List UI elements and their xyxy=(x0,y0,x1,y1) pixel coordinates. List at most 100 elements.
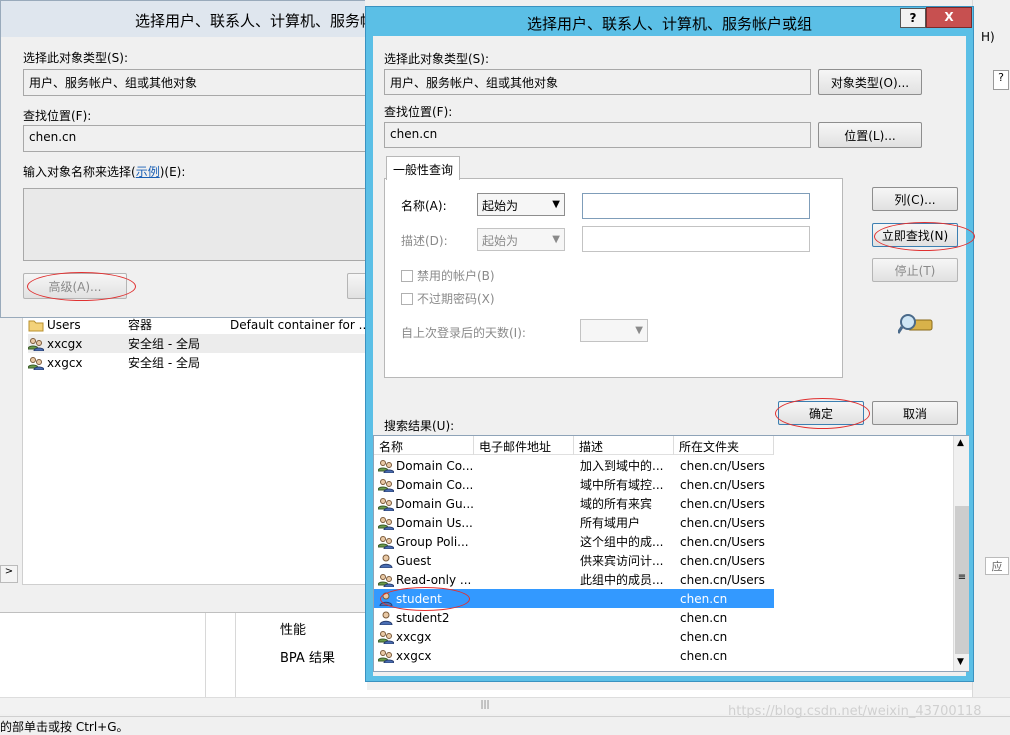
name-operator-select[interactable]: 起始为 ▼ xyxy=(477,193,565,216)
chevron-down-icon[interactable]: ▼ xyxy=(957,657,964,667)
help-icon[interactable]: ? xyxy=(993,70,1009,90)
result-name: student2 xyxy=(396,610,450,625)
scroll-left-icon[interactable]: > xyxy=(0,565,18,583)
result-row[interactable]: student chen.cn xyxy=(374,589,774,608)
result-row[interactable]: Domain Co... 加入到域中的... chen.cn/Users xyxy=(374,456,774,475)
group-icon xyxy=(28,337,44,351)
result-folder: chen.cn/Users xyxy=(680,553,765,568)
right-strip-fragment-top: H) xyxy=(981,30,995,44)
result-row[interactable]: Domain Us... 所有域用户 chen.cn/Users xyxy=(374,513,774,532)
example-link[interactable]: 示例 xyxy=(136,165,160,179)
result-row[interactable]: Domain Gu... 域的所有来宾 chen.cn/Users xyxy=(374,494,774,513)
columns-button[interactable]: 列(C)... xyxy=(872,187,958,211)
result-name: xxcgx xyxy=(396,629,432,644)
user-icon xyxy=(378,554,394,568)
background-list-row[interactable]: xxgcx 安全组 - 全局 xyxy=(28,353,373,372)
result-name: Domain Co... xyxy=(396,477,474,492)
result-row[interactable]: xxgcx chen.cn xyxy=(374,646,774,665)
location-label: 查找位置(F): xyxy=(384,105,453,119)
group-icon xyxy=(378,459,394,473)
result-description: 供来宾访问计... xyxy=(580,554,664,568)
disabled-accounts-checkbox[interactable]: 禁用的帐户(B) xyxy=(401,267,495,284)
column-header-email[interactable]: 电子邮件地址 xyxy=(474,436,574,455)
result-description: 域的所有来宾 xyxy=(580,497,653,511)
help-button[interactable]: ? xyxy=(900,8,926,28)
result-folder: chen.cn xyxy=(680,591,728,606)
right-strip-fragment-mid[interactable]: 应 xyxy=(985,557,1009,575)
stop-button[interactable]: 停止(T) xyxy=(872,258,958,282)
days-since-logon-select[interactable]: ▼ xyxy=(580,319,648,342)
column-header-description[interactable]: 描述 xyxy=(574,436,674,455)
desc-input[interactable] xyxy=(582,226,810,252)
result-row[interactable]: Domain Co... 域中所有域控... chen.cn/Users xyxy=(374,475,774,494)
result-description: 所有域用户 xyxy=(580,516,641,530)
chevron-up-icon[interactable]: ▲ xyxy=(957,438,964,448)
result-name: xxgcx xyxy=(396,648,432,663)
behind-ok-button[interactable] xyxy=(347,273,367,299)
group-icon xyxy=(378,630,394,644)
column-header-name[interactable]: 名称 xyxy=(374,436,474,455)
tab-common-queries[interactable]: 一般性查询 xyxy=(386,156,461,180)
result-folder: chen.cn/Users xyxy=(680,572,765,587)
result-description: 这个组中的成... xyxy=(580,535,664,549)
bottom-item-performance[interactable]: 性能 xyxy=(280,619,306,638)
result-name: student xyxy=(396,591,442,606)
result-row[interactable]: Read-only ... 此组中的成员... chen.cn/Users xyxy=(374,570,774,589)
result-folder: chen.cn xyxy=(680,610,728,625)
group-icon xyxy=(378,573,394,587)
desc-operator-select[interactable]: 起始为 ▼ xyxy=(477,228,565,251)
behind-names-input[interactable] xyxy=(23,188,368,261)
row-name: xxcgx xyxy=(47,336,83,351)
group-icon xyxy=(378,649,394,663)
row-description: Default container for ... xyxy=(230,317,370,332)
scroll-thumb[interactable]: ≡ xyxy=(955,506,969,654)
result-description: 域中所有域控... xyxy=(580,478,664,492)
row-name: Users xyxy=(47,317,81,332)
find-now-button[interactable]: 立即查找(N) xyxy=(872,223,958,247)
non-expiring-password-checkbox[interactable]: 不过期密码(X) xyxy=(401,290,495,307)
user-icon xyxy=(378,611,394,625)
results-vertical-scrollbar[interactable]: ▲ ≡ ▼ xyxy=(953,436,969,671)
behind-dialog-title: 选择用户、联系人、计算机、服务帐 xyxy=(1,1,365,37)
name-input[interactable] xyxy=(582,193,810,219)
desc-label: 描述(D): xyxy=(401,234,448,248)
object-types-button[interactable]: 对象类型(O)... xyxy=(818,69,922,95)
group-icon xyxy=(28,356,44,370)
result-name: Domain Gu... xyxy=(395,496,474,511)
name-label: 名称(A): xyxy=(401,199,447,213)
object-type-field: 用户、服务帐户、组或其他对象 xyxy=(384,69,811,95)
chevron-down-icon: ▼ xyxy=(552,199,560,210)
group-icon xyxy=(378,497,394,511)
scroll-thumb[interactable]: ||| xyxy=(470,700,500,711)
result-folder: chen.cn/Users xyxy=(680,496,765,511)
result-folder: chen.cn xyxy=(680,629,728,644)
row-type: 安全组 - 全局 xyxy=(128,356,200,370)
behind-location-field: chen.cn xyxy=(23,125,368,152)
dialog-body: 选择此对象类型(S): 用户、服务帐户、组或其他对象 对象类型(O)... 查找… xyxy=(373,36,975,676)
group-icon xyxy=(378,478,394,492)
location-field: chen.cn xyxy=(384,122,811,148)
ok-button[interactable]: 确定 xyxy=(778,401,864,425)
select-users-dialog: 选择用户、联系人、计算机、服务帐户或组 ? X 选择此对象类型(S): 用户、服… xyxy=(365,6,975,682)
chevron-down-icon: ▼ xyxy=(552,234,560,245)
result-row[interactable]: Guest 供来宾访问计... chen.cn/Users xyxy=(374,551,774,570)
advanced-button[interactable]: 高级(A)... xyxy=(23,273,127,299)
result-folder: chen.cn/Users xyxy=(680,534,765,549)
result-row[interactable]: xxcgx chen.cn xyxy=(374,627,774,646)
close-button[interactable]: X xyxy=(926,7,972,28)
row-name: xxgcx xyxy=(47,355,83,370)
locations-button[interactable]: 位置(L)... xyxy=(818,122,922,148)
background-list-row[interactable]: xxcgx 安全组 - 全局 xyxy=(28,334,373,353)
row-type: 安全组 - 全局 xyxy=(128,337,200,351)
behind-location-label: 查找位置(F): xyxy=(23,109,92,123)
bottom-item-bpa[interactable]: BPA 结果 xyxy=(280,647,335,666)
row-type: 容器 xyxy=(128,318,153,332)
group-icon xyxy=(378,535,394,549)
result-row[interactable]: student2 chen.cn xyxy=(374,608,774,627)
days-since-logon-label: 自上次登录后的天数(I): xyxy=(401,326,526,340)
result-row[interactable]: Group Poli... 这个组中的成... chen.cn/Users xyxy=(374,532,774,551)
background-bottom-panel: 性能 BPA 结果 xyxy=(0,612,367,698)
column-header-folder[interactable]: 所在文件夹 xyxy=(674,436,774,455)
result-name: Guest xyxy=(396,553,432,568)
cancel-button[interactable]: 取消 xyxy=(872,401,958,425)
